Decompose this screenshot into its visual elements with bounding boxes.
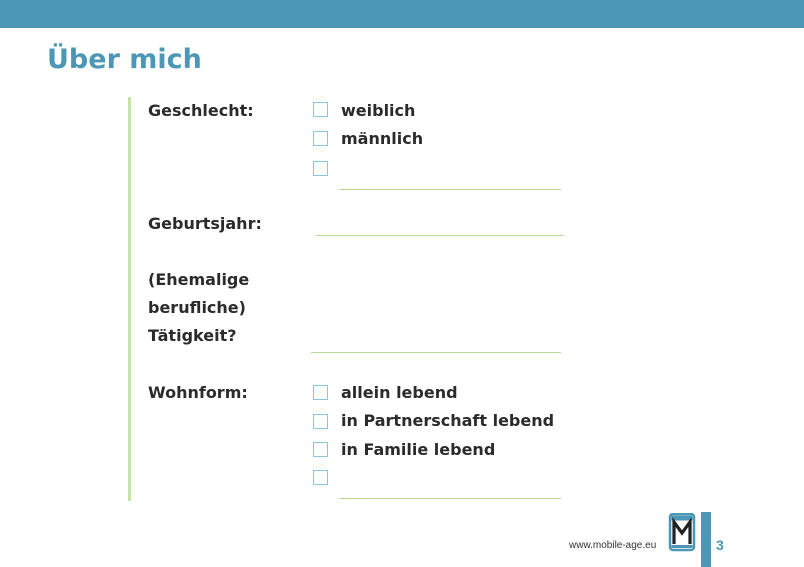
gender-female-option: weiblich xyxy=(341,101,416,120)
living-label: Wohnform: xyxy=(148,383,248,402)
birth-year-label: Geburtsjahr: xyxy=(148,214,262,233)
living-other-checkbox[interactable] xyxy=(313,470,328,485)
occupation-label-line-2: berufliche) xyxy=(148,298,246,317)
living-partner-checkbox[interactable] xyxy=(313,414,328,429)
living-family-option: in Familie lebend xyxy=(341,440,496,459)
footer-accent-bar xyxy=(701,512,711,567)
gender-female-checkbox[interactable] xyxy=(313,102,328,117)
mobile-age-logo-icon xyxy=(668,512,696,553)
gender-other-checkbox[interactable] xyxy=(313,161,328,176)
gender-male-checkbox[interactable] xyxy=(313,131,328,146)
birth-year-input-line[interactable] xyxy=(315,235,564,236)
living-partner-option: in Partnerschaft lebend xyxy=(341,411,555,430)
gender-label: Geschlecht: xyxy=(148,101,254,120)
living-alone-checkbox[interactable] xyxy=(313,385,328,400)
footer-url: www.mobile-age.eu xyxy=(569,540,657,551)
living-alone-option: allein lebend xyxy=(341,383,458,402)
living-other-input-line[interactable] xyxy=(339,498,561,499)
vertical-accent-rule xyxy=(128,97,131,501)
top-banner xyxy=(0,0,804,28)
living-family-checkbox[interactable] xyxy=(313,442,328,457)
gender-male-option: männlich xyxy=(341,129,424,148)
page-number: 3 xyxy=(716,537,724,553)
occupation-label-line-3: Tätigkeit? xyxy=(148,326,237,345)
occupation-input-line[interactable] xyxy=(311,352,561,353)
occupation-label-line-1: (Ehemalige xyxy=(148,270,250,289)
page-title: Über mich xyxy=(47,44,202,75)
gender-other-input-line[interactable] xyxy=(339,189,561,190)
